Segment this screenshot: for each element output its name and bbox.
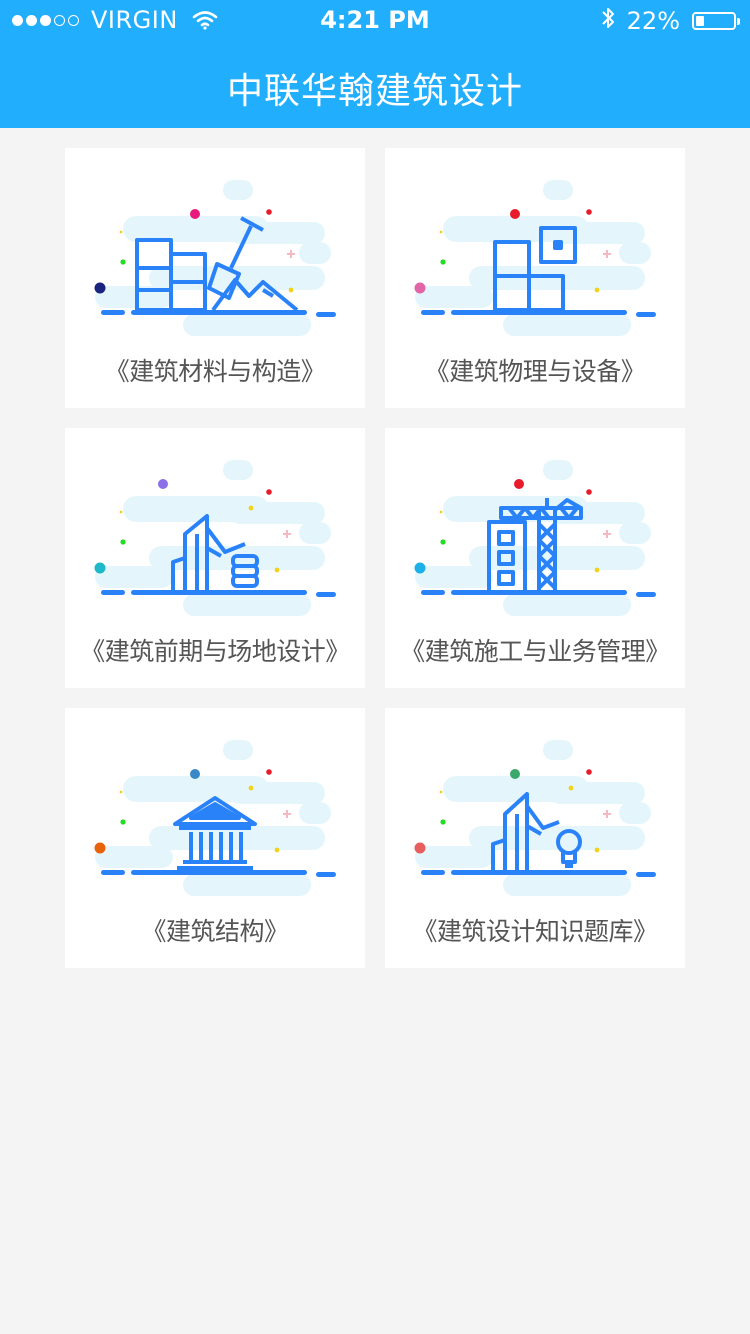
buildings-server-icon — [94, 460, 336, 616]
course-label: 《建筑结构》 — [141, 917, 289, 946]
bluetooth-icon — [601, 6, 615, 36]
bricks-shovel-icon — [94, 180, 336, 336]
blocks-icon — [414, 180, 656, 336]
course-card-physics[interactable]: 《建筑物理与设备》 — [385, 148, 685, 408]
course-label: 《建筑前期与场地设计》 — [80, 637, 350, 666]
course-card-construction[interactable]: 《建筑施工与业务管理》 — [385, 428, 685, 688]
temple-icon — [94, 740, 336, 896]
battery-icon — [692, 12, 740, 30]
course-label: 《建筑施工与业务管理》 — [400, 637, 670, 666]
app-header: VIRGIN 4:21 PM 22% 中联华翰建筑设计 — [0, 0, 750, 128]
course-label: 《建筑设计知识题库》 — [412, 917, 658, 946]
course-card-site-design[interactable]: 《建筑前期与场地设计》 — [65, 428, 365, 688]
crane-icon — [414, 460, 656, 616]
course-grid: 《建筑材料与构造》 《建筑物理与设备》 《建筑前期与场地设计》 《建筑施工与业务… — [65, 148, 685, 968]
course-card-question-bank[interactable]: 《建筑设计知识题库》 — [385, 708, 685, 968]
course-card-structure[interactable]: 《建筑结构》 — [65, 708, 365, 968]
course-card-materials[interactable]: 《建筑材料与构造》 — [65, 148, 365, 408]
status-bar: VIRGIN 4:21 PM 22% — [0, 0, 750, 40]
battery-percent: 22% — [626, 7, 680, 35]
building-bulb-icon — [414, 740, 656, 896]
course-label: 《建筑物理与设备》 — [424, 357, 646, 386]
page-title: 中联华翰建筑设计 — [226, 71, 523, 112]
course-label: 《建筑材料与构造》 — [104, 357, 326, 386]
